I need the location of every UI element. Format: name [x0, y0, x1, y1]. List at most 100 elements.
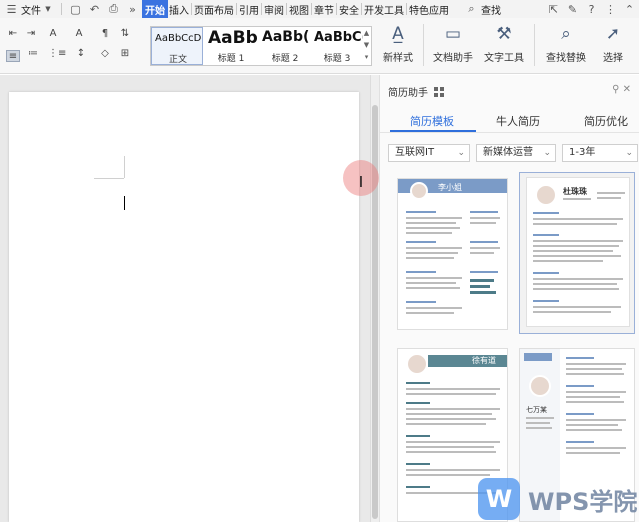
text-caret	[124, 196, 125, 210]
numbering-icon[interactable]: ⋮≡	[48, 48, 66, 60]
tab-page-layout[interactable]: 页面布局	[193, 0, 235, 18]
tab-expert-resumes[interactable]: 牛人简历	[496, 113, 540, 129]
style-caption: 标题 2	[271, 54, 299, 64]
menu-bar: ☰ 文件 ▼ ▢ ↶ ⎙ » 开始 插入 页面布局 引用 审阅 视图 章节 安全…	[0, 0, 639, 18]
template-line	[406, 435, 430, 437]
show-marks-icon[interactable]: ¶	[98, 28, 112, 40]
tab-view[interactable]: 视图	[288, 0, 310, 18]
text-effect-icon[interactable]: A	[46, 28, 60, 40]
template-line	[406, 388, 500, 390]
template-line	[406, 282, 456, 284]
writer-helper-button[interactable]: ▭ 文档助手	[430, 23, 476, 67]
tab-features[interactable]: 特色应用	[408, 0, 450, 18]
template-line	[406, 307, 462, 309]
new-style-button[interactable]: A̲ 新样式	[378, 23, 418, 67]
document-page[interactable]	[9, 92, 359, 522]
undo-icon[interactable]: ↶	[88, 3, 101, 16]
template-line	[406, 402, 430, 404]
tab-review[interactable]: 审阅	[263, 0, 285, 18]
style-sample: AaBbCcDd	[155, 33, 203, 44]
tab-security[interactable]: 安全	[338, 0, 360, 18]
grid-icon[interactable]	[434, 86, 444, 97]
wrench-icon: ⚒	[496, 24, 512, 44]
style-heading-1[interactable]: AaBb 标题 1	[205, 27, 257, 65]
style-heading-2[interactable]: AaBb( 标题 2	[259, 27, 311, 65]
style-caption: 正文	[168, 55, 187, 65]
change-case-icon[interactable]: A	[72, 28, 86, 40]
file-menu-label: 文件	[21, 5, 41, 17]
template-line	[566, 452, 620, 454]
fill-icon[interactable]: ◇	[98, 48, 112, 60]
sort-icon[interactable]: ⇅	[118, 28, 132, 40]
template-line	[533, 250, 613, 252]
template-line	[406, 277, 462, 279]
divider	[406, 3, 407, 15]
collapse-icon[interactable]: ⌃	[623, 3, 636, 16]
align-left-icon[interactable]: ≡	[6, 50, 20, 62]
vertical-scrollbar[interactable]	[370, 75, 379, 522]
more-icon[interactable]: »	[126, 3, 139, 16]
more-icon[interactable]: ⋮	[604, 3, 617, 16]
template-line	[566, 385, 594, 387]
tab-developer[interactable]: 开发工具	[363, 0, 405, 18]
file-menu[interactable]: ☰ 文件 ▼	[0, 0, 57, 18]
tab-home[interactable]: 开始	[142, 0, 168, 18]
panel-title: 简历助手	[388, 88, 428, 99]
style-sample: AaBb(	[262, 29, 310, 45]
template-line	[406, 463, 430, 465]
tab-resume-templates[interactable]: 简历模板	[410, 113, 454, 129]
line-spacing-icon[interactable]: ↕	[74, 48, 88, 60]
text-tools-button[interactable]: ⚒ 文字工具	[480, 23, 528, 67]
tab-resume-optimize[interactable]: 简历优化	[584, 113, 628, 129]
share-icon[interactable]: ⇱	[547, 3, 560, 16]
template-line	[566, 441, 594, 443]
document-area[interactable]	[0, 75, 370, 522]
style-gallery: AaBbCcDd 正文 AaBb 标题 1 AaBb( 标题 2 AaBbC( …	[150, 26, 372, 66]
experience-value: 1-3年	[569, 147, 596, 158]
pin-icon[interactable]: ⚲	[612, 84, 619, 95]
close-icon[interactable]: ✕	[623, 84, 631, 95]
increase-indent-icon[interactable]: ⇥	[24, 28, 38, 40]
template-line	[470, 217, 500, 219]
template-line	[533, 260, 603, 262]
save-icon[interactable]: ▢	[69, 3, 82, 16]
template-line	[406, 232, 452, 234]
search-button[interactable]: ⌕ 查找	[460, 0, 503, 18]
style-normal[interactable]: AaBbCcDd 正文	[151, 27, 203, 65]
template-line	[533, 306, 621, 308]
resume-template-card[interactable]: 李小姐	[397, 178, 508, 330]
window-controls: ⇱ ✎ ? ⋮ ⌃	[540, 0, 639, 18]
select-label: 选择	[603, 53, 623, 64]
magnifier-icon: ⌕	[561, 24, 571, 44]
find-replace-button[interactable]: ⌕ 查找替换	[540, 23, 592, 67]
template-name: 七万某	[526, 406, 547, 414]
template-line	[533, 223, 617, 225]
divider	[361, 3, 362, 15]
tab-references[interactable]: 引用	[238, 0, 260, 18]
bullets-icon[interactable]: ≔	[26, 48, 40, 60]
border-icon[interactable]: ⊞	[118, 48, 132, 60]
decrease-indent-icon[interactable]: ⇤	[6, 28, 20, 40]
comment-icon[interactable]: ✎	[566, 3, 579, 16]
style-heading-3[interactable]: AaBbC( 标题 3	[311, 27, 363, 65]
template-line	[406, 474, 490, 476]
template-line	[406, 241, 436, 243]
gallery-scroll[interactable]: ▲ ▼ ▾	[362, 27, 371, 65]
print-icon[interactable]: ⎙	[107, 2, 120, 16]
new-style-icon: A̲	[392, 24, 404, 44]
divider	[336, 3, 337, 15]
resume-template-card[interactable]: 杜珠珠	[519, 172, 635, 334]
chevron-down-icon: ⌄	[625, 148, 633, 158]
divider	[311, 3, 312, 15]
template-line	[533, 311, 611, 313]
help-icon[interactable]: ?	[585, 3, 598, 16]
industry-select[interactable]: 互联网IT ⌄	[388, 144, 470, 162]
template-line	[406, 423, 486, 425]
template-photo	[535, 184, 557, 206]
tab-chapter[interactable]: 章节	[313, 0, 335, 18]
tab-insert[interactable]: 插入	[168, 0, 190, 18]
template-line	[533, 272, 559, 274]
select-button[interactable]: ➚ 选择	[596, 23, 630, 67]
experience-select[interactable]: 1-3年 ⌄	[562, 144, 638, 162]
position-select[interactable]: 新媒体运营 ⌄	[476, 144, 556, 162]
